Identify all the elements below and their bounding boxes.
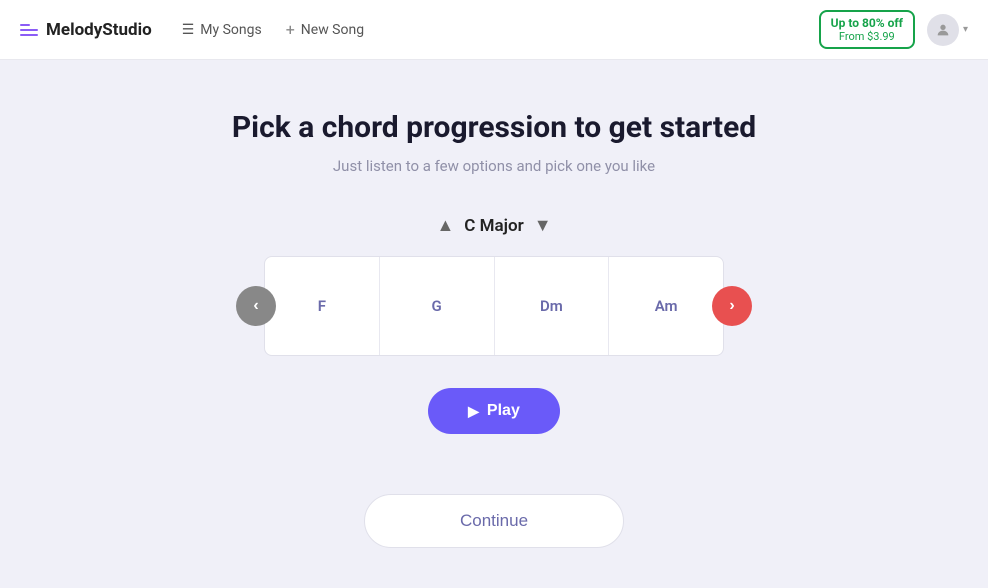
key-up-arrow[interactable]: ▲ xyxy=(436,215,454,236)
hamburger-icon xyxy=(20,24,38,36)
play-button[interactable]: ▶ Play xyxy=(428,388,560,434)
continue-label: Continue xyxy=(460,511,528,530)
promo-bottom-text: From $3.99 xyxy=(831,30,903,43)
play-label: Play xyxy=(487,402,520,420)
play-icon: ▶ xyxy=(468,403,479,420)
chord-card-am[interactable]: Am xyxy=(609,257,723,355)
chord-label-am: Am xyxy=(655,297,678,315)
logo[interactable]: MelodyStudio xyxy=(20,20,152,40)
chord-cards: F G Dm Am xyxy=(264,256,724,356)
my-songs-link[interactable]: ☰ My Songs xyxy=(182,22,262,38)
next-chord-button[interactable]: › xyxy=(712,286,752,326)
list-icon: ☰ xyxy=(182,22,195,38)
key-down-arrow[interactable]: ▼ xyxy=(534,215,552,236)
page-subtitle: Just listen to a few options and pick on… xyxy=(333,157,655,175)
continue-button[interactable]: Continue xyxy=(364,494,624,548)
logo-text: MelodyStudio xyxy=(46,20,152,40)
chord-label-g: G xyxy=(432,297,442,315)
chevron-down-icon: ▾ xyxy=(963,24,968,35)
avatar xyxy=(927,14,959,46)
promo-top-text: Up to 80% off xyxy=(831,16,903,30)
plus-icon: + xyxy=(286,20,295,39)
avatar-button[interactable]: ▾ xyxy=(927,14,968,46)
new-song-link[interactable]: + New Song xyxy=(286,20,364,39)
page-title: Pick a chord progression to get started xyxy=(232,110,756,145)
prev-chord-button[interactable]: ‹ xyxy=(236,286,276,326)
new-song-label: New Song xyxy=(301,22,364,38)
chord-label-dm: Dm xyxy=(540,297,563,315)
main-content: Pick a chord progression to get started … xyxy=(0,60,988,588)
chord-card-f[interactable]: F xyxy=(265,257,380,355)
navbar: MelodyStudio ☰ My Songs + New Song Up to… xyxy=(0,0,988,60)
user-icon xyxy=(935,22,951,38)
key-name: C Major xyxy=(464,216,523,236)
chord-label-f: F xyxy=(318,297,326,315)
nav-links: ☰ My Songs + New Song xyxy=(182,20,819,39)
my-songs-label: My Songs xyxy=(200,22,261,38)
key-selector: ▲ C Major ▼ xyxy=(436,215,551,236)
chord-card-dm[interactable]: Dm xyxy=(495,257,610,355)
nav-right: Up to 80% off From $3.99 ▾ xyxy=(819,10,968,49)
chord-area: ‹ F G Dm Am › xyxy=(236,256,752,356)
chord-card-g[interactable]: G xyxy=(380,257,495,355)
promo-badge[interactable]: Up to 80% off From $3.99 xyxy=(819,10,915,49)
